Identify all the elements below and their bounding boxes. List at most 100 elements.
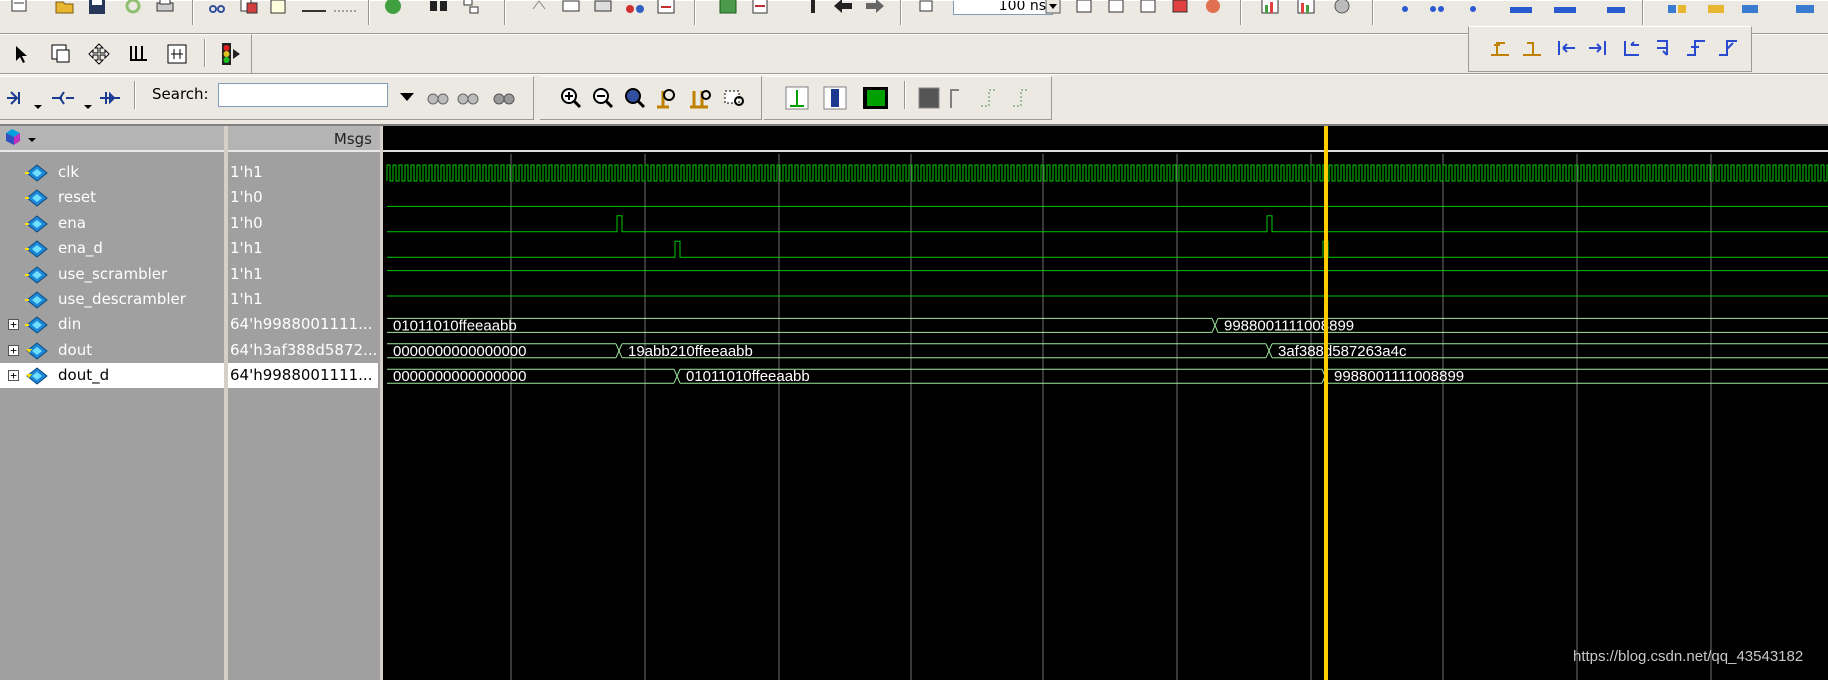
run-icon[interactable] bbox=[380, 0, 406, 19]
assertion-icon-1[interactable] bbox=[1392, 0, 1418, 19]
schematic-icon[interactable] bbox=[1704, 0, 1730, 19]
save-icon[interactable] bbox=[84, 0, 110, 19]
zoom-cursor-icon[interactable] bbox=[654, 85, 680, 111]
search-forward-icon[interactable] bbox=[426, 85, 452, 111]
signal-row-use-descrambler[interactable]: use_descrambler bbox=[0, 287, 224, 312]
stop-icon[interactable] bbox=[1200, 0, 1226, 19]
reload-icon[interactable] bbox=[120, 0, 146, 19]
edit-mode-icon[interactable] bbox=[126, 41, 152, 67]
goto-signal-icon[interactable] bbox=[98, 85, 124, 111]
zoom-mode-icon[interactable] bbox=[48, 41, 74, 67]
wave-tool-4-icon[interactable] bbox=[622, 0, 648, 19]
more-tools-icon[interactable] bbox=[1794, 0, 1820, 19]
signal-value-row[interactable]: 1'h1 bbox=[228, 160, 378, 185]
collapse-dropdown-icon[interactable] bbox=[84, 97, 92, 109]
signal-value-row[interactable]: 1'h0 bbox=[228, 211, 378, 236]
line-tool-icon[interactable] bbox=[300, 0, 326, 19]
print-icon[interactable] bbox=[152, 0, 178, 19]
search-backward-icon[interactable] bbox=[456, 85, 482, 111]
break-icon[interactable] bbox=[1168, 0, 1194, 19]
falling-edge-back-icon[interactable] bbox=[1619, 35, 1645, 61]
signal-value-row[interactable]: 1'h1 bbox=[228, 236, 378, 261]
assertion-icon-2[interactable] bbox=[1424, 0, 1450, 19]
signal-row-dout-d[interactable]: + dout_d bbox=[0, 363, 224, 388]
memory-icon[interactable] bbox=[1294, 0, 1320, 19]
expand-icon[interactable]: + bbox=[8, 370, 19, 381]
file-menu-icon[interactable] bbox=[6, 0, 32, 19]
signal-row-din[interactable]: + din bbox=[0, 312, 224, 337]
signal-type-icon[interactable] bbox=[0, 126, 40, 150]
coverage-icon-2[interactable] bbox=[1552, 0, 1578, 19]
pan-mode-icon[interactable] bbox=[86, 41, 112, 67]
run-length-icon[interactable] bbox=[914, 0, 940, 19]
zoom-out-icon[interactable] bbox=[590, 85, 616, 111]
find-first-edge-icon[interactable] bbox=[1487, 35, 1513, 61]
run-all-icon[interactable] bbox=[1104, 0, 1130, 19]
next-edge-icon[interactable] bbox=[1585, 35, 1611, 61]
waveform-canvas[interactable]: 01011010ffeeaabb 9988001111008899 00000000… bbox=[383, 126, 1828, 680]
dataflow-icon[interactable] bbox=[1664, 0, 1690, 19]
paste-icon[interactable] bbox=[266, 0, 292, 19]
collapse-signals-icon[interactable] bbox=[50, 85, 76, 111]
signal-row-clk[interactable]: clk bbox=[0, 160, 224, 185]
open-folder-icon[interactable] bbox=[52, 0, 78, 19]
wave-fill-icon[interactable] bbox=[862, 85, 888, 111]
zoom-in-icon[interactable] bbox=[558, 85, 584, 111]
signal-row-use-scrambler[interactable]: use_scrambler bbox=[0, 262, 224, 287]
search-dropdown-icon[interactable] bbox=[394, 85, 420, 109]
wave-tool-2-icon[interactable] bbox=[558, 0, 584, 19]
run-length-field[interactable]: 100 ns bbox=[953, 1, 1053, 15]
signal-value-row[interactable]: 64'h3af388d5872... bbox=[228, 338, 378, 363]
coverage-icon-1[interactable] bbox=[1508, 0, 1534, 19]
hierarchy-icon[interactable] bbox=[458, 0, 484, 19]
signal-value-row[interactable]: 64'h9988001111... bbox=[228, 312, 378, 337]
run-length-dropdown-icon[interactable] bbox=[1040, 0, 1066, 19]
expand-dropdown-icon[interactable] bbox=[34, 97, 42, 109]
back-arrow-icon[interactable] bbox=[830, 0, 856, 19]
wave-style-3-icon[interactable] bbox=[976, 85, 1002, 111]
prev-edge-icon[interactable] bbox=[1553, 35, 1579, 61]
expand-signals-icon[interactable] bbox=[4, 85, 30, 111]
wave-tool-5-icon[interactable] bbox=[654, 0, 680, 19]
zoom-last-icon[interactable] bbox=[722, 85, 748, 111]
wave-style-1-icon[interactable] bbox=[916, 85, 942, 111]
cut-icon[interactable] bbox=[204, 0, 230, 19]
assertion-icon-3[interactable] bbox=[1460, 0, 1486, 19]
binoculars-icon[interactable] bbox=[426, 0, 452, 19]
performance-icon[interactable] bbox=[1258, 0, 1284, 19]
time-cursor[interactable] bbox=[1324, 126, 1328, 680]
wave-tool-3-icon[interactable] bbox=[590, 0, 616, 19]
wave-tool-1-icon[interactable] bbox=[528, 0, 554, 19]
forward-arrow-icon[interactable] bbox=[862, 0, 888, 19]
signal-value-row[interactable]: 1'h1 bbox=[228, 262, 378, 287]
coverage-icon-3[interactable] bbox=[1604, 0, 1630, 19]
signal-value-row[interactable]: 1'h0 bbox=[228, 185, 378, 210]
find-last-edge-icon[interactable] bbox=[1519, 35, 1545, 61]
copy-icon[interactable] bbox=[236, 0, 262, 19]
step-icon[interactable] bbox=[800, 0, 826, 19]
continue-icon[interactable] bbox=[1136, 0, 1162, 19]
insert-cursor-icon[interactable] bbox=[784, 85, 810, 111]
compile-icon[interactable] bbox=[716, 0, 742, 19]
wave-style-4-icon[interactable] bbox=[1008, 85, 1034, 111]
rising-edge-fwd-icon[interactable] bbox=[1715, 35, 1741, 61]
wave-style-2-icon[interactable] bbox=[946, 85, 972, 111]
cursor-block-icon[interactable] bbox=[822, 85, 848, 111]
select-mode-icon[interactable] bbox=[8, 41, 34, 67]
stretch-mode-icon[interactable] bbox=[164, 41, 190, 67]
zoom-between-cursors-icon[interactable] bbox=[688, 85, 714, 111]
signal-row-reset[interactable]: reset bbox=[0, 185, 224, 210]
dotted-line-icon[interactable] bbox=[332, 0, 358, 19]
signal-row-dout[interactable]: + dout bbox=[0, 338, 224, 363]
rising-edge-back-icon[interactable] bbox=[1683, 35, 1709, 61]
memory-window-icon[interactable] bbox=[1738, 0, 1764, 19]
signal-row-ena-d[interactable]: ena_d bbox=[0, 236, 224, 261]
falling-edge-fwd-icon[interactable] bbox=[1651, 35, 1677, 61]
signal-value-row[interactable]: 64'h9988001111... bbox=[228, 363, 378, 388]
expand-icon[interactable]: + bbox=[8, 319, 19, 330]
profile-icon[interactable] bbox=[1330, 0, 1356, 19]
run-icon-2[interactable] bbox=[1072, 0, 1098, 19]
signal-row-ena[interactable]: ena bbox=[0, 211, 224, 236]
zoom-full-icon[interactable] bbox=[622, 85, 648, 111]
traffic-light-icon[interactable] bbox=[218, 41, 244, 67]
